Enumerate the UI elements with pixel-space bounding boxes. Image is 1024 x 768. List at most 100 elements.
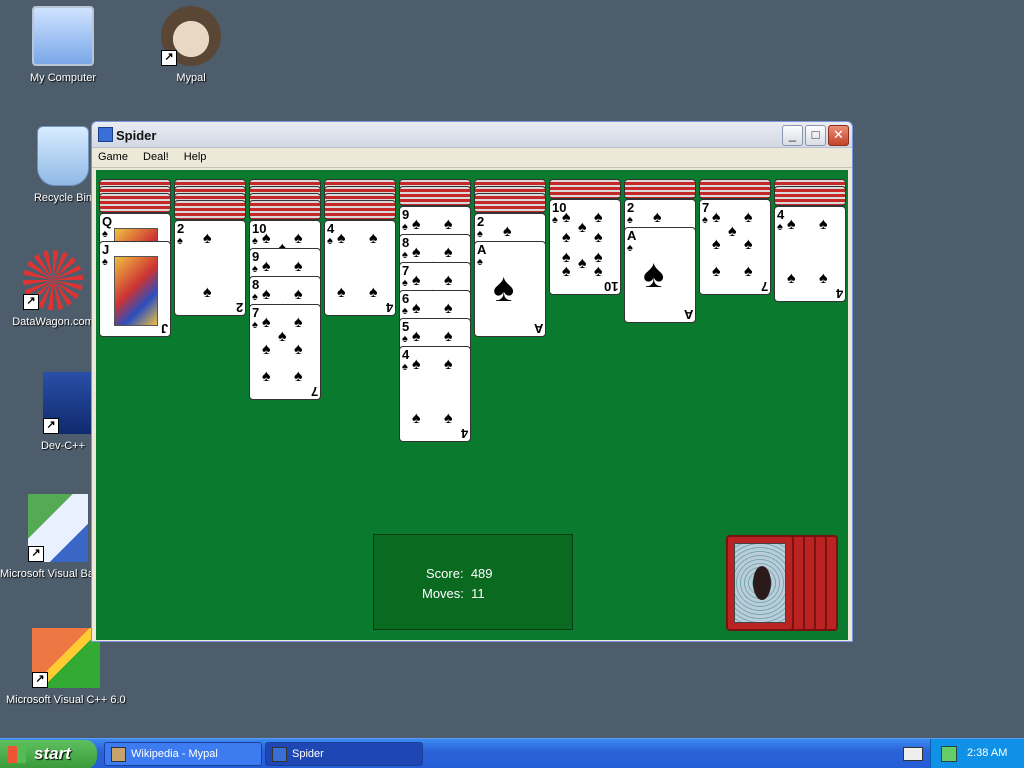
spade-icon: ♠ (412, 356, 421, 373)
card-rank: 2 (477, 214, 485, 229)
spade-icon: ♠ (712, 236, 721, 253)
playing-card[interactable]: 10♠♠♠♠♠♠♠♠♠♠♠10 (549, 199, 621, 295)
card-rank: 4 (402, 347, 410, 362)
recycle-bin-icon (37, 126, 89, 186)
start-button[interactable]: start (0, 740, 97, 768)
network-icon[interactable] (941, 746, 957, 762)
taskbar-item-mypal[interactable]: Wikipedia - Mypal (104, 742, 262, 766)
spider-window: Spider _ □ ✕ Game Deal! Help Q♠QJ♠J2♠♠♠2… (91, 121, 853, 642)
spade-icon: ♠ (412, 328, 421, 345)
spade-icon: ♠ (294, 368, 303, 385)
card-back (624, 179, 696, 199)
spider-app-icon (272, 747, 287, 762)
spade-icon: ♠ (262, 341, 271, 358)
spade-icon: ♠ (252, 235, 258, 247)
card-back (399, 186, 471, 206)
card-back (699, 179, 771, 199)
desktop-icon-label: Microsoft Visual C++ 6.0 (6, 694, 126, 706)
taskbar: start Wikipedia - Mypal Spider 2:38 AM (0, 738, 1024, 768)
spade-icon: ♠ (444, 410, 453, 427)
spade-icon: ♠ (337, 284, 346, 301)
score-display: Score: 489 (426, 566, 493, 581)
spade-icon: ♠ (444, 328, 453, 345)
spade-icon: ♠ (412, 300, 421, 317)
spade-icon: ♠ (402, 277, 408, 289)
playing-card[interactable]: 4 ♠ ♠ ♠ ♠ ♠ 4 (774, 206, 846, 302)
playing-card[interactable]: 7♠♠♠♠♠♠♠♠7 (249, 304, 321, 400)
playing-card[interactable]: J ♠ J (99, 241, 171, 337)
playing-card[interactable]: A ♠ ♠ A (474, 241, 546, 337)
spade-icon: ♠ (477, 256, 483, 268)
close-button[interactable]: ✕ (828, 125, 849, 146)
playing-card[interactable]: 4 ♠ ♠ ♠ ♠ ♠ 4 (399, 346, 471, 442)
stock-card[interactable] (726, 535, 794, 631)
spade-icon: ♠ (562, 209, 571, 226)
spade-icon: ♠ (444, 272, 453, 289)
score-panel[interactable]: Score: 489 Moves: 11 (373, 534, 573, 630)
spider-web-icon (734, 543, 786, 623)
spade-icon: ♠ (787, 270, 796, 287)
desktop-icon-datawagon[interactable]: ↗ DataWagon.com (3, 250, 103, 328)
spade-icon: ♠ (402, 249, 408, 261)
desktop-icon-visual-basic[interactable]: ↗ Microsoft Visual Basic 6.0 (0, 494, 100, 580)
card-rank: 4 (835, 286, 843, 301)
desktop-icon-mypal[interactable]: ↗ Mypal (141, 6, 241, 84)
card-rank: 6 (402, 291, 410, 306)
spade-icon: ♠ (262, 368, 271, 385)
card-back (774, 186, 846, 206)
menu-game[interactable]: Game (92, 148, 134, 163)
spade-icon: ♠ (412, 216, 421, 233)
spade-icon: ♠ (203, 284, 212, 301)
card-rank: 7 (760, 279, 768, 294)
card-back (249, 200, 321, 220)
keyboard-icon[interactable] (903, 747, 923, 761)
windows-logo-icon (8, 746, 26, 763)
playing-card[interactable]: A ♠ ♠ A (624, 227, 696, 323)
spade-icon: ♠ (552, 214, 558, 226)
spade-icon: ♠ (294, 286, 303, 303)
spade-icon: ♠ (744, 263, 753, 280)
maximize-button[interactable]: □ (805, 125, 826, 146)
spade-icon: ♠ (262, 286, 271, 303)
spade-icon: ♠ (402, 221, 408, 233)
card-rank: J (160, 321, 168, 336)
title-bar[interactable]: Spider _ □ ✕ (92, 122, 852, 148)
card-rank: 7 (702, 200, 710, 215)
menu-help[interactable]: Help (178, 148, 213, 163)
shortcut-arrow-icon: ↗ (23, 294, 39, 310)
menu-deal[interactable]: Deal! (137, 148, 175, 163)
card-rank: 9 (402, 207, 410, 222)
spade-icon: ♠ (327, 235, 333, 247)
card-rank: 4 (460, 426, 468, 441)
spade-icon: ♠ (412, 410, 421, 427)
taskbar-item-spider[interactable]: Spider (265, 742, 423, 766)
score-label: Score: (426, 566, 464, 581)
spade-icon: ♠ (294, 258, 303, 275)
desktop-icon-label: My Computer (29, 72, 97, 84)
shortcut-arrow-icon: ↗ (161, 50, 177, 66)
spider-app-icon[interactable] (98, 127, 113, 142)
card-rank: 2 (177, 221, 185, 236)
spade-icon: ♠ (294, 314, 303, 331)
spade-icon: ♠ (562, 263, 571, 280)
minimize-button[interactable]: _ (782, 125, 803, 146)
desktop-icon-my-computer[interactable]: My Computer (13, 6, 113, 84)
card-rank: 2 (235, 300, 243, 315)
playing-card[interactable]: 2♠♠♠2 (174, 220, 246, 316)
raccoon-icon (111, 747, 126, 762)
stock-pile[interactable] (726, 535, 848, 631)
card-rank: 5 (402, 319, 410, 334)
card-rank: 7 (310, 384, 318, 399)
spade-icon: ♠ (493, 266, 515, 310)
raccoon-icon: ↗ (161, 6, 221, 66)
spade-icon: ♠ (262, 314, 271, 331)
playing-card[interactable]: 4 ♠ ♠ ♠ ♠ ♠ 4 (324, 220, 396, 316)
card-rank: 7 (402, 263, 410, 278)
computer-icon (32, 6, 94, 66)
spade-icon: ♠ (562, 229, 571, 246)
card-rank: 8 (402, 235, 410, 250)
playing-card[interactable]: 7♠♠♠♠♠♠♠♠7 (699, 199, 771, 295)
clock[interactable]: 2:38 AM (967, 747, 1007, 759)
spade-icon: ♠ (294, 230, 303, 247)
spade-icon: ♠ (653, 209, 662, 226)
